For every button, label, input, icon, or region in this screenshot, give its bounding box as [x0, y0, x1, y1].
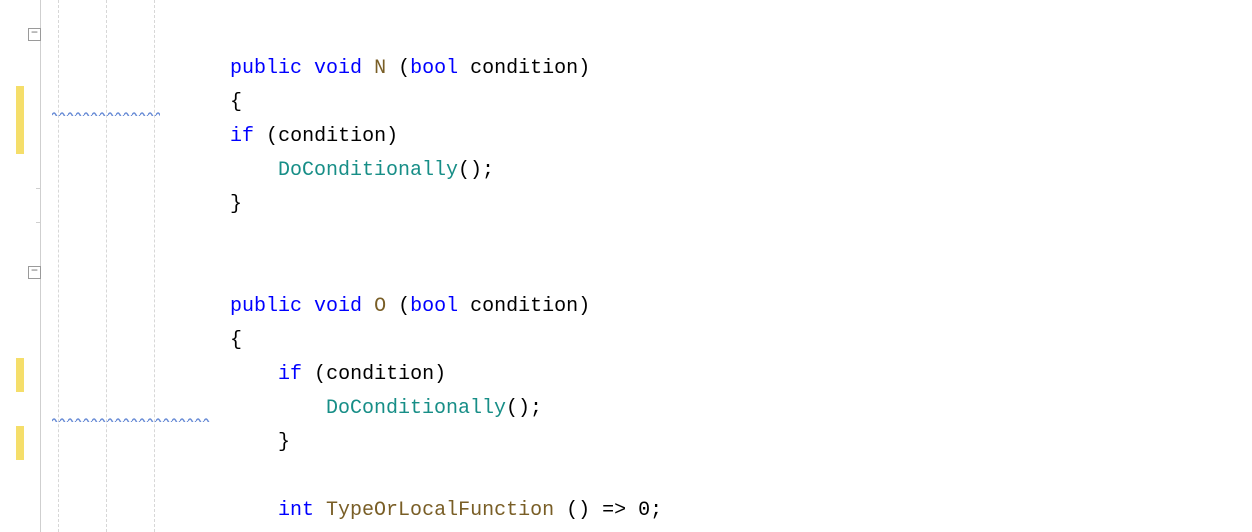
method-call: DoConditionally — [326, 397, 506, 420]
fold-region-tick — [36, 222, 41, 223]
keyword: void — [314, 295, 362, 318]
code-line[interactable]: if (condition) — [52, 324, 446, 358]
punct: ) — [578, 57, 590, 80]
method-name: O — [374, 295, 386, 318]
code-line[interactable]: int TypeOrLocalFunction () => 0; — [52, 460, 662, 494]
code-editor[interactable]: public void N (bool condition) { if (con… — [0, 0, 1252, 532]
keyword: void — [314, 57, 362, 80]
change-marker — [16, 358, 24, 392]
identifier: condition — [470, 57, 578, 80]
code-line[interactable]: } — [52, 154, 242, 188]
punct: (); — [458, 159, 494, 182]
keyword: int — [278, 499, 314, 522]
code-line[interactable]: DoConditionally(); — [52, 358, 542, 392]
keyword: bool — [410, 57, 458, 80]
code-line[interactable]: DoConditionally(); — [52, 120, 494, 154]
code-area[interactable]: public void N (bool condition) { if (con… — [52, 0, 1252, 532]
brace: } — [278, 431, 290, 454]
fold-toggle-method-n[interactable] — [28, 28, 41, 41]
code-line[interactable]: public void N (bool condition) — [52, 18, 590, 52]
punct: ( — [398, 57, 410, 80]
identifier: condition — [470, 295, 578, 318]
editor-gutter — [0, 0, 52, 532]
punct: () => 0; — [554, 499, 662, 522]
punct: ( — [398, 295, 410, 318]
punct: (); — [506, 397, 542, 420]
code-line[interactable]: { — [52, 290, 242, 324]
code-line[interactable]: } — [52, 392, 290, 426]
method-name: N — [374, 57, 386, 80]
brace: } — [230, 193, 242, 216]
method-call: DoConditionally — [278, 159, 458, 182]
code-line[interactable]: if (condition) — [52, 86, 398, 120]
keyword: bool — [410, 295, 458, 318]
method-name: TypeOrLocalFunction — [326, 499, 554, 522]
fold-end-tick — [36, 188, 41, 189]
change-marker — [16, 86, 24, 154]
punct: ) — [578, 295, 590, 318]
change-marker — [16, 426, 24, 460]
code-line[interactable]: public void O (bool condition) — [52, 256, 590, 290]
fold-toggle-method-o[interactable] — [28, 266, 41, 279]
code-line[interactable]: { — [52, 52, 242, 86]
